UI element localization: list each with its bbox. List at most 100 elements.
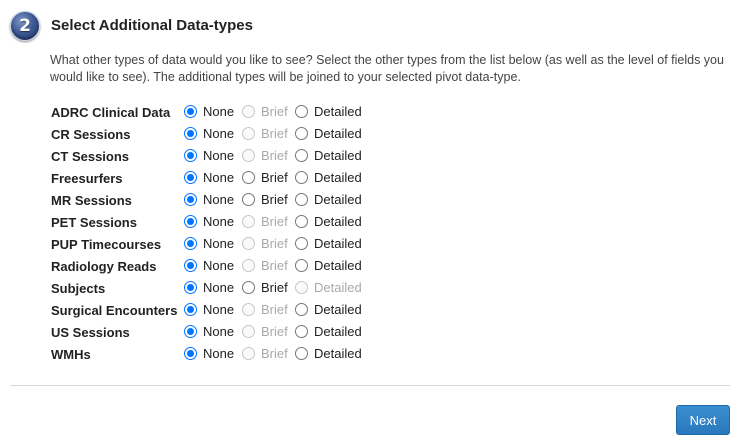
data-type-row: WMHs None Brief Detailed bbox=[51, 344, 411, 366]
radio-detailed[interactable] bbox=[295, 303, 308, 316]
option-none[interactable]: None bbox=[184, 126, 234, 141]
option-none-label: None bbox=[203, 236, 235, 251]
radio-none[interactable] bbox=[184, 127, 197, 140]
step-number: 2 bbox=[19, 16, 31, 36]
option-detailed-label: Detailed bbox=[314, 104, 362, 119]
option-detailed[interactable]: Detailed bbox=[295, 192, 362, 207]
radio-none[interactable] bbox=[184, 193, 197, 206]
option-brief-label: Brief bbox=[261, 346, 288, 361]
radio-detailed[interactable] bbox=[295, 237, 308, 250]
radio-none[interactable] bbox=[184, 325, 197, 338]
option-brief: Brief bbox=[242, 214, 288, 229]
radio-brief bbox=[242, 215, 255, 228]
option-none[interactable]: None bbox=[184, 170, 234, 185]
option-detailed[interactable]: Detailed bbox=[295, 346, 362, 361]
option-brief: Brief bbox=[242, 104, 288, 119]
option-none-label: None bbox=[203, 346, 235, 361]
data-type-label: ADRC Clinical Data bbox=[51, 105, 171, 120]
radio-none[interactable] bbox=[184, 281, 197, 294]
option-none-label: None bbox=[203, 302, 235, 317]
option-none-label: None bbox=[203, 192, 235, 207]
step-title: Select Additional Data-types bbox=[51, 17, 253, 34]
option-detailed[interactable]: Detailed bbox=[295, 236, 362, 251]
option-none[interactable]: None bbox=[184, 346, 234, 361]
option-detailed[interactable]: Detailed bbox=[295, 214, 362, 229]
radio-detailed[interactable] bbox=[295, 105, 308, 118]
option-none[interactable]: None bbox=[184, 104, 234, 119]
option-brief-label: Brief bbox=[261, 280, 288, 295]
option-detailed[interactable]: Detailed bbox=[295, 170, 362, 185]
option-none[interactable]: None bbox=[184, 280, 234, 295]
data-type-row: Freesurfers None Brief Detailed bbox=[51, 168, 411, 190]
option-none[interactable]: None bbox=[184, 324, 234, 339]
option-brief: Brief bbox=[242, 236, 288, 251]
option-brief: Brief bbox=[242, 324, 288, 339]
data-type-label: Radiology Reads bbox=[51, 259, 157, 274]
option-detailed: Detailed bbox=[295, 280, 362, 295]
option-none-label: None bbox=[203, 170, 235, 185]
option-none[interactable]: None bbox=[184, 192, 234, 207]
data-type-label: Freesurfers bbox=[51, 171, 123, 186]
radio-detailed[interactable] bbox=[295, 193, 308, 206]
option-detailed[interactable]: Detailed bbox=[295, 126, 362, 141]
radio-brief bbox=[242, 237, 255, 250]
radio-detailed[interactable] bbox=[295, 347, 308, 360]
radio-detailed[interactable] bbox=[295, 149, 308, 162]
radio-brief[interactable] bbox=[242, 193, 255, 206]
option-detailed[interactable]: Detailed bbox=[295, 324, 362, 339]
radio-none[interactable] bbox=[184, 149, 197, 162]
option-none[interactable]: None bbox=[184, 258, 234, 273]
option-none[interactable]: None bbox=[184, 302, 234, 317]
radio-detailed[interactable] bbox=[295, 325, 308, 338]
radio-brief[interactable] bbox=[242, 281, 255, 294]
radio-none[interactable] bbox=[184, 347, 197, 360]
option-detailed-label: Detailed bbox=[314, 346, 362, 361]
step-number-icon: 2 bbox=[10, 11, 40, 41]
option-detailed[interactable]: Detailed bbox=[295, 302, 362, 317]
radio-none[interactable] bbox=[184, 303, 197, 316]
option-brief-label: Brief bbox=[261, 104, 288, 119]
option-brief: Brief bbox=[242, 148, 288, 163]
option-detailed-label: Detailed bbox=[314, 192, 362, 207]
option-detailed-label: Detailed bbox=[314, 236, 362, 251]
next-button[interactable]: Next bbox=[676, 405, 730, 435]
radio-brief bbox=[242, 105, 255, 118]
radio-detailed[interactable] bbox=[295, 259, 308, 272]
radio-brief[interactable] bbox=[242, 171, 255, 184]
radio-none[interactable] bbox=[184, 259, 197, 272]
option-brief[interactable]: Brief bbox=[242, 170, 288, 185]
option-brief-label: Brief bbox=[261, 148, 288, 163]
option-none-label: None bbox=[203, 126, 235, 141]
data-type-label: PET Sessions bbox=[51, 215, 137, 230]
radio-none[interactable] bbox=[184, 171, 197, 184]
data-type-row: Radiology Reads None Brief Detailed bbox=[51, 256, 411, 278]
option-none-label: None bbox=[203, 214, 235, 229]
radio-none[interactable] bbox=[184, 237, 197, 250]
radio-detailed[interactable] bbox=[295, 127, 308, 140]
option-none[interactable]: None bbox=[184, 148, 234, 163]
radio-detailed[interactable] bbox=[295, 215, 308, 228]
radio-brief bbox=[242, 149, 255, 162]
data-type-label: MR Sessions bbox=[51, 193, 132, 208]
option-brief[interactable]: Brief bbox=[242, 280, 288, 295]
option-none[interactable]: None bbox=[184, 236, 234, 251]
radio-detailed[interactable] bbox=[295, 171, 308, 184]
data-type-label: US Sessions bbox=[51, 325, 130, 340]
data-type-row: MR Sessions None Brief Detailed bbox=[51, 190, 411, 212]
option-brief[interactable]: Brief bbox=[242, 192, 288, 207]
option-brief: Brief bbox=[242, 258, 288, 273]
option-brief-label: Brief bbox=[261, 258, 288, 273]
radio-none[interactable] bbox=[184, 105, 197, 118]
option-none[interactable]: None bbox=[184, 214, 234, 229]
option-detailed[interactable]: Detailed bbox=[295, 104, 362, 119]
option-none-label: None bbox=[203, 324, 235, 339]
data-type-row: Subjects None Brief Detailed bbox=[51, 278, 411, 300]
option-detailed[interactable]: Detailed bbox=[295, 258, 362, 273]
radio-none[interactable] bbox=[184, 215, 197, 228]
option-detailed[interactable]: Detailed bbox=[295, 148, 362, 163]
option-brief: Brief bbox=[242, 126, 288, 141]
data-type-label: Subjects bbox=[51, 281, 106, 296]
step-panel: 2 Select Additional Data-types What othe… bbox=[0, 0, 738, 444]
option-detailed-label: Detailed bbox=[314, 302, 362, 317]
data-type-row: Surgical Encounters None Brief Detailed bbox=[51, 300, 411, 322]
